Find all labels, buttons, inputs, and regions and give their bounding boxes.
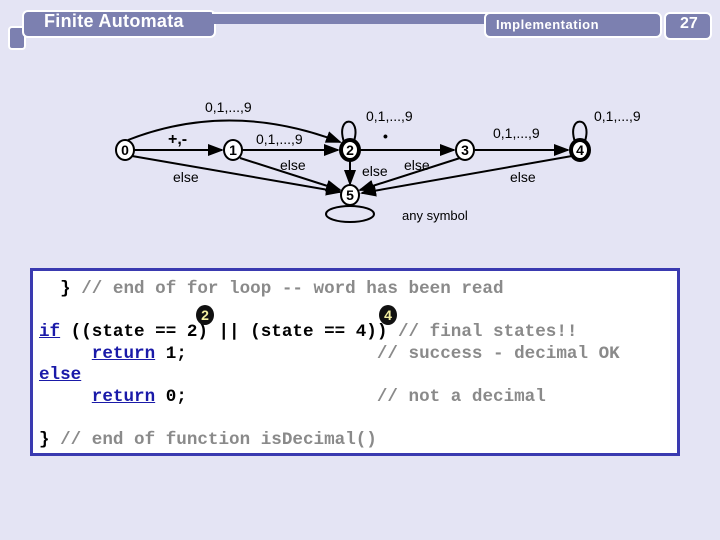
label-sign: +,- xyxy=(168,131,188,148)
label-dot: • xyxy=(383,128,388,144)
edge-4-5 xyxy=(360,155,573,197)
svg-text:2: 2 xyxy=(346,142,354,158)
label-1-2: 0,1,...,9 xyxy=(256,131,303,147)
state-5: 5 xyxy=(340,184,360,206)
label-else-2: else xyxy=(362,163,388,179)
code-box: } // end of for loop -- word has been re… xyxy=(30,268,680,456)
svg-text:1: 1 xyxy=(229,142,237,158)
label-loop-2: 0,1,...,9 xyxy=(366,108,413,124)
svg-text:4: 4 xyxy=(576,142,584,158)
state-4-badge: 4 xyxy=(379,305,397,325)
keyword-else: else xyxy=(39,365,82,385)
state-3: 3 xyxy=(455,139,475,161)
label-else-4: else xyxy=(510,169,536,185)
automaton-diagram: 0 1 2 3 4 5 xyxy=(115,119,591,223)
label-else-1: else xyxy=(280,157,306,173)
code-listing: } // end of for loop -- word has been re… xyxy=(39,279,620,450)
label-3-4: 0,1,...,9 xyxy=(493,125,540,141)
edge-0-5 xyxy=(131,155,342,196)
label-else-0: else xyxy=(173,169,199,185)
state-1: 1 xyxy=(223,139,243,161)
label-loop-4: 0,1,...,9 xyxy=(594,108,641,124)
svg-text:3: 3 xyxy=(461,142,469,158)
state-0: 0 xyxy=(115,139,135,161)
state-2-badge: 2 xyxy=(196,305,214,325)
svg-text:5: 5 xyxy=(346,187,354,203)
svg-text:0: 0 xyxy=(121,142,129,158)
label-any-symbol: any symbol xyxy=(402,208,468,223)
loop-5 xyxy=(325,205,375,223)
state-2-final: 2 xyxy=(339,138,361,162)
label-else-3: else xyxy=(404,157,430,173)
keyword-if: if xyxy=(39,322,61,342)
label-0-2: 0,1,...,9 xyxy=(205,99,252,115)
keyword-return: return xyxy=(91,386,156,407)
state-4-final: 4 xyxy=(569,138,591,162)
keyword-return: return xyxy=(91,343,156,364)
edge-0-2 xyxy=(127,119,342,143)
